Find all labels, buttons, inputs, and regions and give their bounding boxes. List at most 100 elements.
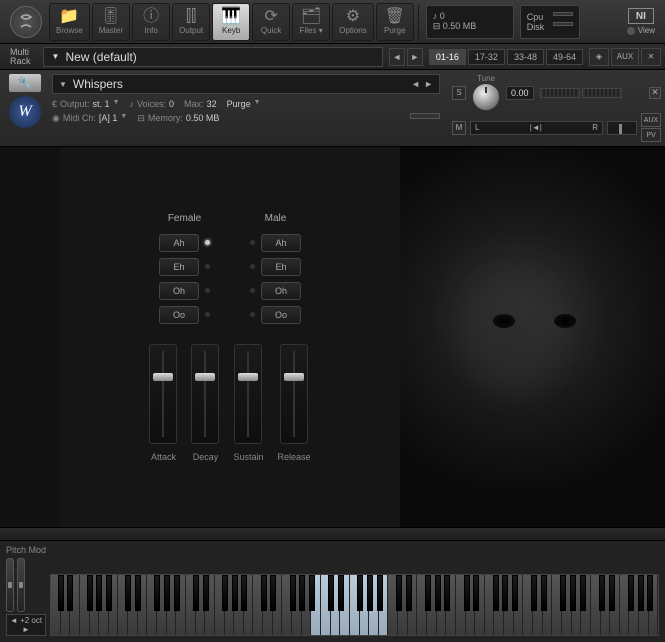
volume-fader[interactable] (607, 121, 637, 135)
black-key[interactable] (512, 575, 518, 611)
aux-button[interactable]: AUX (611, 48, 639, 66)
black-key[interactable] (222, 575, 228, 611)
preset-dropdown[interactable]: ▼ New (default) (43, 47, 383, 67)
black-key[interactable] (270, 575, 276, 611)
black-key[interactable] (232, 575, 238, 611)
range-49-64-button[interactable]: 49-64 (546, 49, 583, 65)
tune-value[interactable]: 0.00 (506, 86, 534, 100)
range-17-32-button[interactable]: 17-32 (468, 49, 505, 65)
male-oo-button[interactable]: Oo (261, 306, 301, 324)
black-key[interactable] (406, 575, 412, 611)
black-key[interactable] (580, 575, 586, 611)
black-key[interactable] (174, 575, 180, 611)
black-key[interactable] (338, 575, 344, 611)
black-key[interactable] (502, 575, 508, 611)
black-key[interactable] (67, 575, 73, 611)
black-key[interactable] (560, 575, 566, 611)
female-eh-button[interactable]: Eh (159, 258, 199, 276)
pv-button[interactable]: PV (641, 128, 661, 142)
inst-aux-button[interactable]: AUX (641, 113, 661, 127)
black-key[interactable] (164, 575, 170, 611)
black-key[interactable] (377, 575, 383, 611)
range-01-16-button[interactable]: 01-16 (429, 49, 466, 65)
black-key[interactable] (628, 575, 634, 611)
solo-button[interactable]: S (452, 86, 466, 100)
purge-dropdown[interactable]: Purge (227, 99, 251, 109)
black-key[interactable] (396, 575, 402, 611)
black-key[interactable] (570, 575, 576, 611)
options-button[interactable]: ⚙Options (332, 3, 374, 41)
female-oo-button[interactable]: Oo (159, 306, 199, 324)
black-key[interactable] (135, 575, 141, 611)
output-button[interactable]: ⫿⫿Output (172, 3, 210, 41)
female-oh-button[interactable]: Oh (159, 282, 199, 300)
sustain-fader[interactable] (234, 344, 262, 444)
mod-wheel[interactable] (17, 558, 25, 612)
black-key[interactable] (638, 575, 644, 611)
kbd-toggle-button[interactable]: ◈ (589, 48, 609, 66)
inst-next-button[interactable]: ► (424, 79, 433, 89)
midi-ch-dropdown[interactable]: [A] 1 (99, 113, 118, 124)
release-fader[interactable] (280, 344, 308, 444)
range-33-48-button[interactable]: 33-48 (507, 49, 544, 65)
black-key[interactable] (435, 575, 441, 611)
black-key[interactable] (203, 575, 209, 611)
instrument-name-dropdown[interactable]: ▼ Whispers ◄ ► (52, 74, 440, 94)
attack-fader[interactable] (149, 344, 177, 444)
male-ah-button[interactable]: Ah (261, 234, 301, 252)
black-key[interactable] (154, 575, 160, 611)
black-key[interactable] (58, 575, 64, 611)
black-key[interactable] (87, 575, 93, 611)
black-key[interactable] (357, 575, 363, 611)
black-key[interactable] (493, 575, 499, 611)
close-rack-button[interactable]: ✕ (641, 48, 661, 66)
black-key[interactable] (193, 575, 199, 611)
black-key[interactable] (444, 575, 450, 611)
black-key[interactable] (464, 575, 470, 611)
purge-button[interactable]: 🗑Purge (376, 3, 414, 41)
preset-prev-button[interactable]: ◄ (389, 48, 405, 66)
edit-instrument-button[interactable]: 🔧 (9, 74, 41, 92)
female-ah-button[interactable]: Ah (159, 234, 199, 252)
black-key[interactable] (647, 575, 653, 611)
black-key[interactable] (299, 575, 305, 611)
male-oh-button[interactable]: Oh (261, 282, 301, 300)
files-button[interactable]: 🗂Files ▾ (292, 3, 330, 41)
virtual-keyboard[interactable] (50, 574, 659, 636)
output-dropdown[interactable]: st. 1 (93, 99, 110, 109)
notes-playing: ♪ 0 (433, 11, 507, 21)
mute-button[interactable]: M (452, 121, 466, 135)
inst-prev-button[interactable]: ◄ (411, 79, 420, 89)
black-key[interactable] (290, 575, 296, 611)
male-label: Male (265, 213, 287, 224)
browse-button[interactable]: 📁Browse (49, 3, 90, 41)
black-key[interactable] (96, 575, 102, 611)
close-instrument-button[interactable]: ✕ (649, 87, 661, 99)
decay-fader[interactable] (191, 344, 219, 444)
octave-display[interactable]: ◄ +2 oct ► (6, 614, 46, 636)
master-button[interactable]: 🎚Master (92, 3, 130, 41)
black-key[interactable] (241, 575, 247, 611)
tune-knob[interactable] (472, 83, 500, 111)
black-key[interactable] (309, 575, 315, 611)
black-key[interactable] (541, 575, 547, 611)
black-key[interactable] (367, 575, 373, 611)
black-key[interactable] (328, 575, 334, 611)
black-key[interactable] (531, 575, 537, 611)
black-key[interactable] (425, 575, 431, 611)
black-key[interactable] (261, 575, 267, 611)
preset-next-button[interactable]: ► (407, 48, 423, 66)
pitch-wheel[interactable] (6, 558, 14, 612)
black-key[interactable] (599, 575, 605, 611)
black-key[interactable] (106, 575, 112, 611)
male-eh-button[interactable]: Eh (261, 258, 301, 276)
quick-button[interactable]: ⟳Quick (252, 3, 290, 41)
max-voices[interactable]: 32 (207, 99, 217, 109)
keyb-button[interactable]: 🎹Keyb (212, 3, 250, 41)
app-logo (10, 6, 42, 38)
info-button[interactable]: ⓘInfo (132, 3, 170, 41)
black-key[interactable] (609, 575, 615, 611)
black-key[interactable] (473, 575, 479, 611)
adsr-panel: AttackDecaySustainRelease (149, 344, 310, 462)
black-key[interactable] (125, 575, 131, 611)
